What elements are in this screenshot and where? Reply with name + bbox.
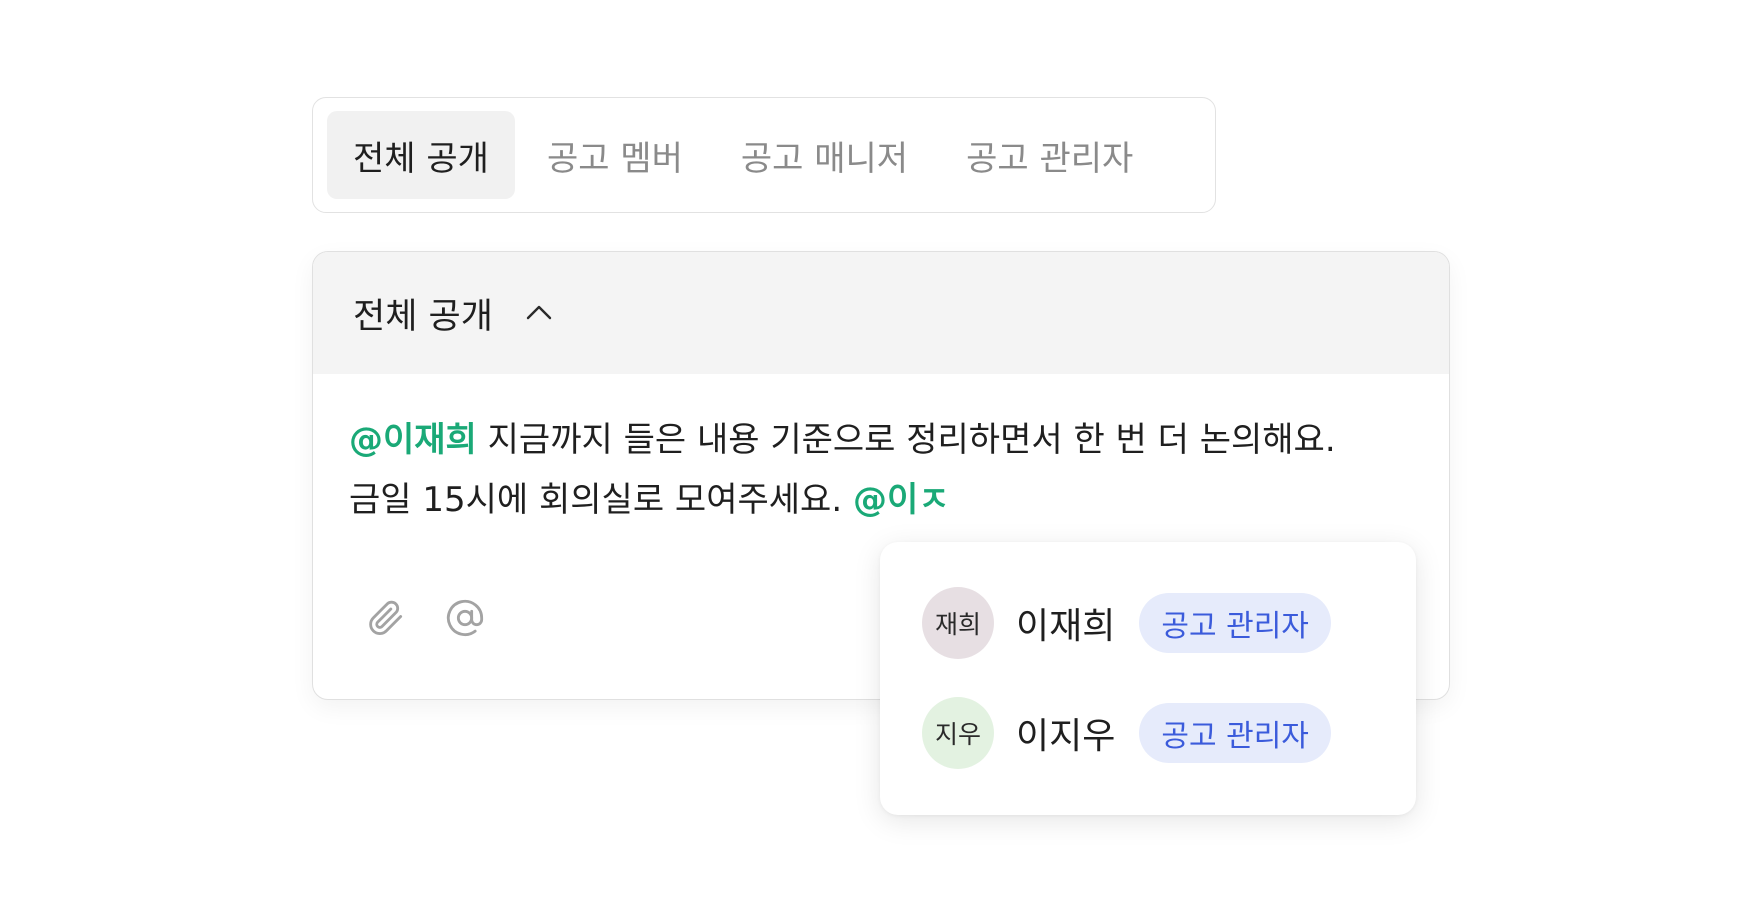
visibility-tabs: 전체 공개 공고 멤버 공고 매니저 공고 관리자 (312, 97, 1216, 213)
tab-all-public[interactable]: 전체 공개 (327, 111, 515, 199)
user-name: 이지우 (1016, 716, 1116, 757)
composer-toolbar (363, 596, 487, 640)
tab-posting-admins[interactable]: 공고 관리자 (940, 111, 1159, 199)
paperclip-icon[interactable] (363, 596, 407, 640)
comment-text: 금일 15시에 회의실로 모여주세요. (349, 480, 853, 520)
at-sign-icon[interactable] (443, 596, 487, 640)
mention-option[interactable]: 지우 이지우 공고 관리자 (880, 678, 1416, 788)
avatar: 지우 (922, 697, 994, 769)
chevron-up-icon[interactable] (523, 297, 555, 329)
mention-suggestions: 재희 이재희 공고 관리자 지우 이지우 공고 관리자 (880, 542, 1416, 815)
tab-posting-members[interactable]: 공고 멤버 (521, 111, 709, 199)
mention-in-progress: @이ㅈ (852, 480, 950, 520)
mention-tag: @이재희 (349, 420, 477, 460)
comment-line-2: 금일 15시에 회의실로 모여주세요. @이ㅈ (349, 470, 1413, 530)
comment-line-1: @이재희 지금까지 들은 내용 기준으로 정리하면서 한 번 더 논의해요. (349, 410, 1413, 470)
visibility-title: 전체 공개 (353, 296, 493, 337)
role-badge: 공고 관리자 (1139, 593, 1331, 653)
mention-option[interactable]: 재희 이재희 공고 관리자 (880, 568, 1416, 678)
comment-text-area[interactable]: @이재희 지금까지 들은 내용 기준으로 정리하면서 한 번 더 논의해요. 금… (313, 374, 1449, 530)
tab-posting-managers[interactable]: 공고 매니저 (715, 111, 934, 199)
avatar: 재희 (922, 587, 994, 659)
composer-header[interactable]: 전체 공개 (313, 252, 1449, 374)
user-name: 이재희 (1016, 606, 1116, 647)
role-badge: 공고 관리자 (1139, 703, 1331, 763)
comment-text: 지금까지 들은 내용 기준으로 정리하면서 한 번 더 논의해요. (476, 420, 1336, 460)
